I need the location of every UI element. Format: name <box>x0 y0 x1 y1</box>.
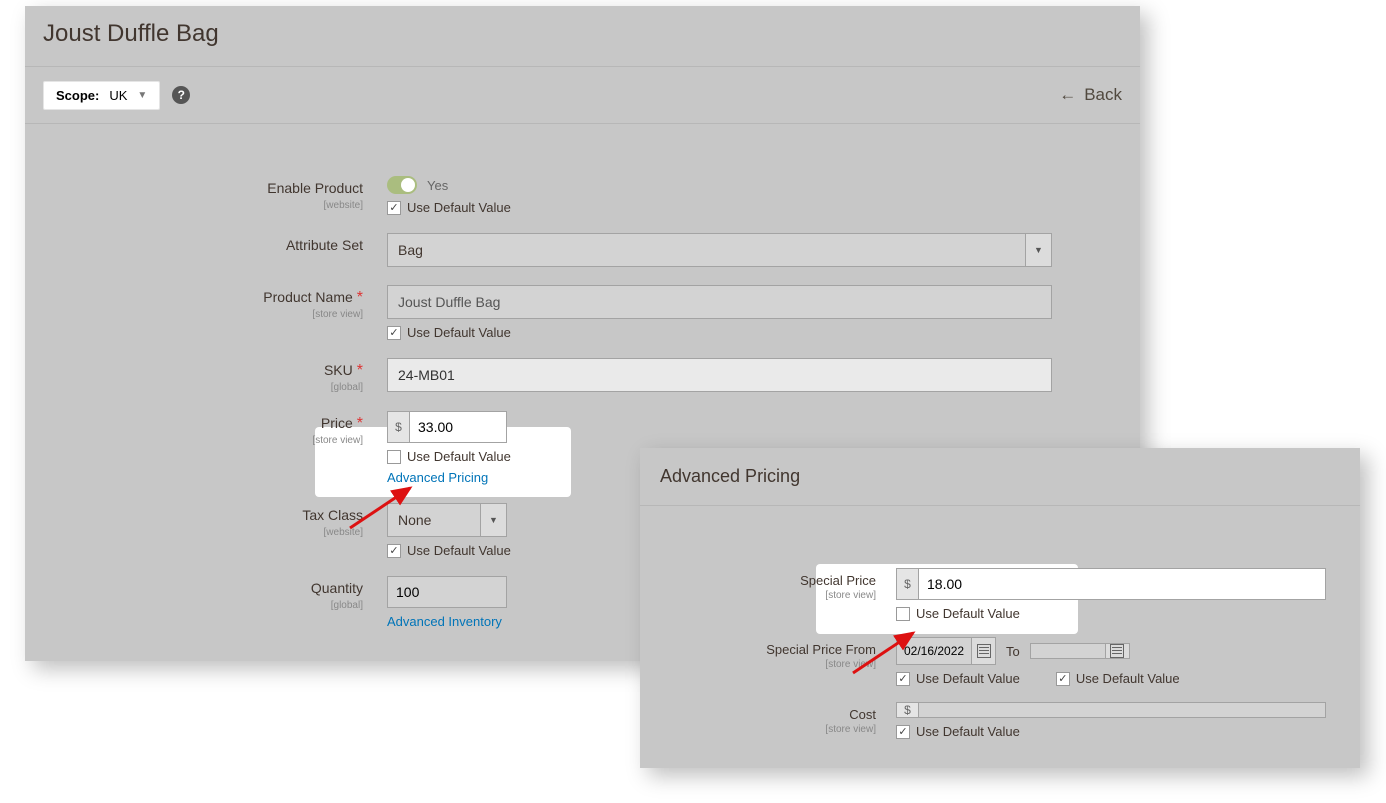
name-scope: [store view] <box>25 309 363 320</box>
advanced-pricing-panel: Advanced Pricing Special Price [store vie… <box>640 448 1360 768</box>
udv-label: Use Default Value <box>916 724 1020 739</box>
special-price-udv-checkbox[interactable] <box>896 607 910 621</box>
advanced-pricing-form: Special Price [store view] $18.00 Use Def… <box>640 568 1360 755</box>
chevron-down-icon: ▼ <box>1026 233 1052 267</box>
price-value: 33.00 <box>409 411 507 443</box>
currency-symbol: $ <box>896 568 918 600</box>
chevron-down-icon: ▼ <box>481 503 507 537</box>
scope-selector[interactable]: Scope: UK ▼ <box>43 81 160 110</box>
enable-yes: Yes <box>427 178 448 193</box>
enable-scope: [website] <box>25 200 363 211</box>
to-label: To <box>1006 644 1020 659</box>
tax-udv-checkbox[interactable] <box>387 544 401 558</box>
attribute-set-select[interactable]: Bag▼ <box>387 233 1052 267</box>
udv-label: Use Default Value <box>407 325 511 340</box>
back-label: Back <box>1084 85 1122 105</box>
currency-symbol: $ <box>387 411 409 443</box>
currency-symbol: $ <box>896 702 918 718</box>
name-udv-checkbox[interactable] <box>387 326 401 340</box>
enable-udv-checkbox[interactable] <box>387 201 401 215</box>
special-price-input[interactable]: $18.00 <box>896 568 1326 600</box>
tax-scope: [website] <box>25 527 363 538</box>
cost-scope: [store view] <box>640 724 876 735</box>
enable-toggle[interactable] <box>387 176 417 194</box>
arrow-annotation-icon <box>345 483 425 533</box>
arrow-left-icon: ← <box>1059 85 1076 105</box>
date-to-value <box>1030 643 1106 659</box>
special-price-value: 18.00 <box>918 568 1326 600</box>
qty-scope: [global] <box>25 600 363 611</box>
sku-scope: [global] <box>25 382 363 393</box>
cost-label: Cost <box>849 707 876 722</box>
udv-label: Use Default Value <box>916 606 1020 621</box>
udv-label: Use Default Value <box>407 543 511 558</box>
chevron-down-icon: ▼ <box>137 90 147 101</box>
date-to-input[interactable] <box>1030 643 1130 659</box>
arrow-annotation-icon <box>848 628 928 678</box>
scope-value: UK <box>109 88 127 103</box>
cost-input[interactable]: $ <box>896 702 1326 718</box>
back-button[interactable]: ← Back <box>1059 85 1122 105</box>
cost-udv-checkbox[interactable] <box>896 725 910 739</box>
special-price-label: Special Price <box>800 573 876 588</box>
divider <box>640 505 1360 506</box>
sku-input[interactable]: 24-MB01 <box>387 358 1052 392</box>
udv-label: Use Default Value <box>407 449 511 464</box>
price-scope: [store view] <box>25 435 363 446</box>
price-input[interactable]: $33.00 <box>387 411 507 443</box>
required-icon: * <box>357 289 363 306</box>
calendar-icon[interactable] <box>972 637 996 665</box>
advanced-pricing-title: Advanced Pricing <box>640 448 1360 505</box>
scope-label: Scope: <box>56 88 99 103</box>
date-to-udv-checkbox[interactable] <box>1056 672 1070 686</box>
price-udv-checkbox[interactable] <box>387 450 401 464</box>
divider <box>25 123 1140 124</box>
sku-label: SKU <box>324 362 353 378</box>
qty-value: 100 <box>387 576 507 608</box>
udv-label: Use Default Value <box>916 671 1020 686</box>
special-price-scope: [store view] <box>640 590 876 601</box>
special-from-scope: [store view] <box>640 659 876 670</box>
product-name-input[interactable]: Joust Duffle Bag <box>387 285 1052 319</box>
help-icon[interactable]: ? <box>172 86 190 104</box>
attribute-set-value: Bag <box>387 233 1026 267</box>
enable-label: Enable Product <box>267 180 363 196</box>
calendar-icon[interactable] <box>1106 643 1130 659</box>
name-label: Product Name <box>263 289 352 305</box>
price-label: Price <box>321 415 353 431</box>
toolbar: Scope: UK ▼ ? ← Back <box>25 67 1140 123</box>
udv-label: Use Default Value <box>1076 671 1180 686</box>
udv-label: Use Default Value <box>407 200 511 215</box>
page-title: Joust Duffle Bag <box>25 6 1140 66</box>
qty-label: Quantity <box>311 580 363 596</box>
attrset-label: Attribute Set <box>286 237 363 253</box>
required-icon: * <box>357 415 363 432</box>
quantity-input[interactable]: 100 <box>387 576 507 608</box>
cost-value <box>918 702 1326 718</box>
required-icon: * <box>357 362 363 379</box>
